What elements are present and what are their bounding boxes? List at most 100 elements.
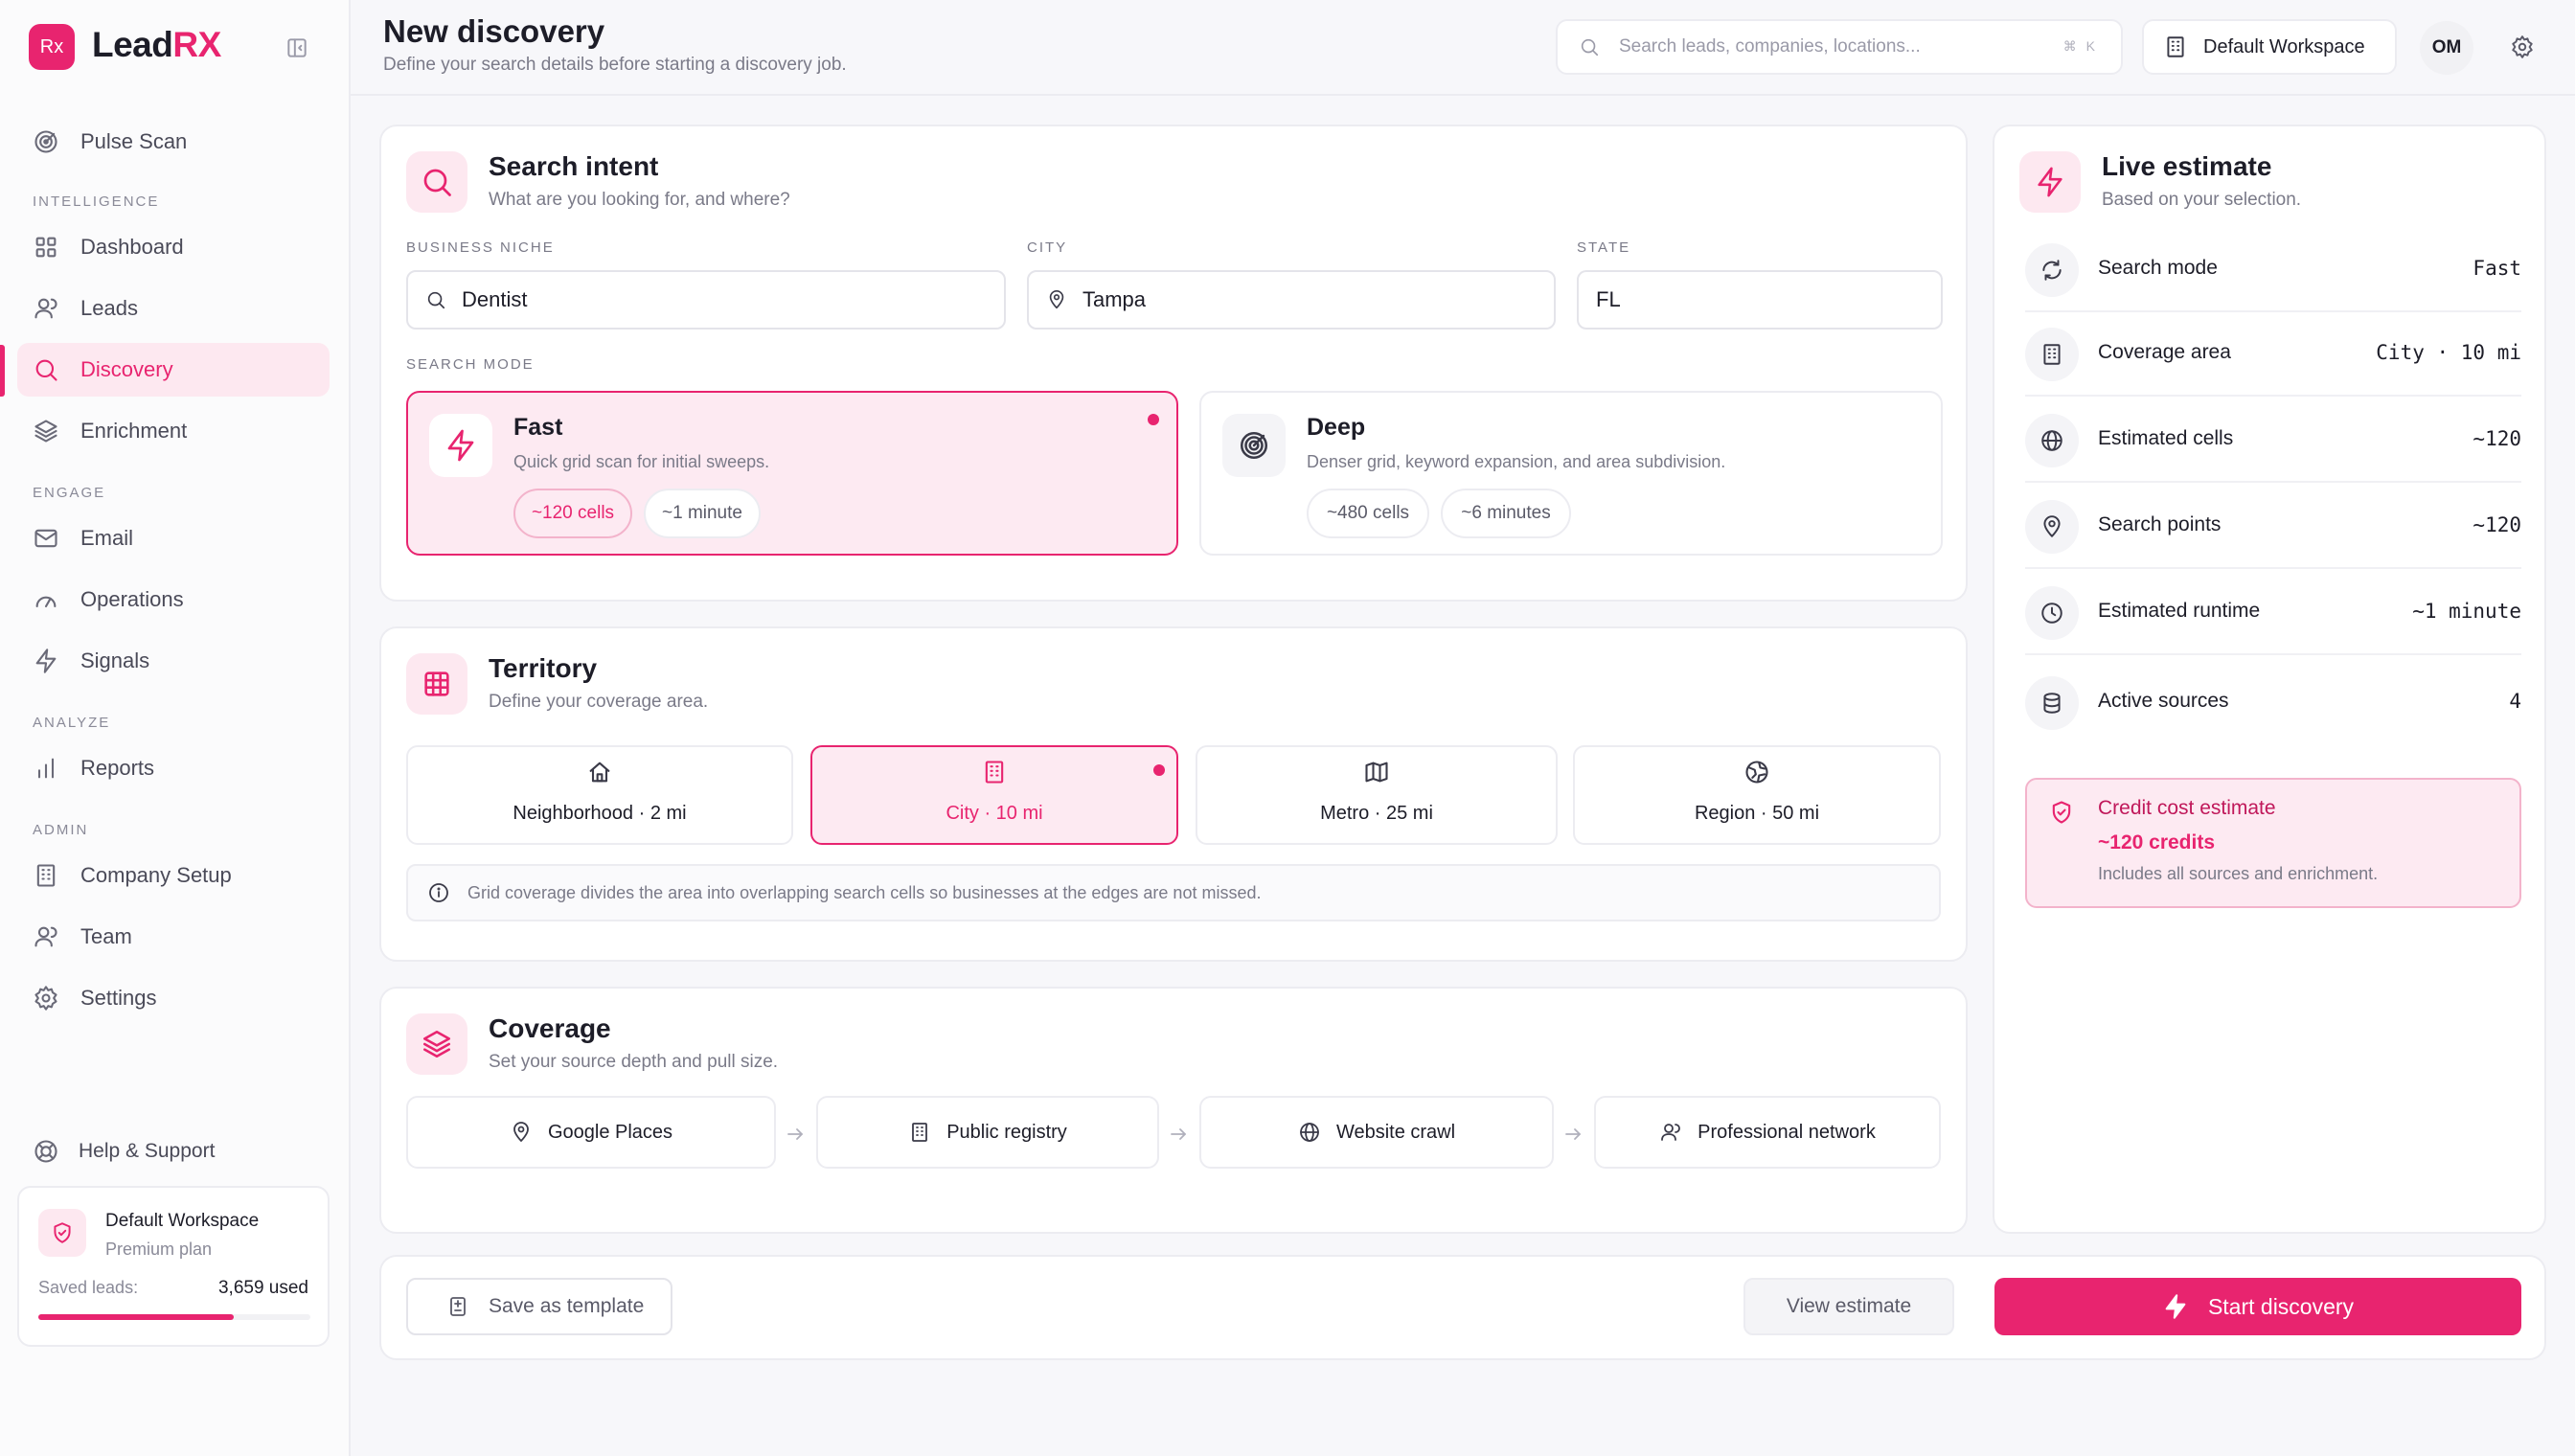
sidebar-item-label: Settings [80, 986, 157, 1010]
help-label: Help & Support [79, 1140, 216, 1162]
sidebar-item-email[interactable]: Email [17, 512, 330, 565]
sidebar-item-company-setup[interactable]: Company Setup [17, 849, 330, 902]
source-professional-network[interactable]: Professional network [1594, 1096, 1941, 1169]
settings-gear-icon[interactable] [2510, 34, 2535, 59]
gauge-icon [35, 596, 57, 608]
save-template-button[interactable]: Save as template [406, 1278, 672, 1335]
estimate-label: Estimated runtime [2098, 600, 2261, 622]
sidebar-item-pulse-scan[interactable]: Pulse Scan [17, 115, 330, 169]
start-discovery-label: Start discovery [2207, 1293, 2355, 1319]
sidebar-collapse-icon[interactable] [285, 35, 309, 60]
estimate-label: Search mode [2098, 257, 2218, 279]
info-text: Grid coverage divides the area into over… [467, 882, 1262, 902]
section-engage: ENGAGE [33, 485, 106, 501]
search-mode-label: SEARCH MODE [406, 356, 535, 373]
grid-coverage-info: Grid coverage divides the area into over… [406, 864, 1941, 921]
search-mode-fast[interactable]: Fast Quick grid scan for initial sweeps.… [406, 391, 1178, 556]
fingerprint-icon [1222, 414, 1286, 477]
users-icon [1661, 1124, 1681, 1141]
usage-progress-fill [38, 1314, 235, 1320]
sidebar-item-label: Leads [80, 296, 138, 320]
credit-value: ~120 credits [2098, 831, 2216, 853]
territory-neighborhood[interactable]: Neighborhood · 2 mi [406, 745, 793, 845]
view-estimate-button[interactable]: View estimate [1743, 1278, 1954, 1335]
user-avatar[interactable]: OM [2420, 21, 2473, 75]
refresh-icon [2025, 243, 2079, 297]
save-template-label: Save as template [489, 1295, 645, 1317]
arrow-right-icon [787, 1128, 803, 1140]
sidebar-item-label: Signals [80, 648, 150, 672]
state-label: STATE [1577, 239, 1631, 256]
start-discovery-button[interactable]: Start discovery [1994, 1278, 2521, 1335]
state-value: FL [1596, 287, 1621, 311]
city-label: CITY [1027, 239, 1068, 256]
search-mode-deep[interactable]: Deep Denser grid, keyword expansion, and… [1199, 391, 1943, 556]
shield-icon [38, 1209, 86, 1257]
sidebar-item-enrichment[interactable]: Enrichment [17, 404, 330, 458]
sidebar-item-reports[interactable]: Reports [17, 741, 330, 795]
territory-metro[interactable]: Metro · 25 mi [1196, 745, 1558, 845]
territory-region[interactable]: Region · 50 mi [1573, 745, 1941, 845]
sidebar-item-leads[interactable]: Leads [17, 282, 330, 335]
territory-subtitle: Define your coverage area. [489, 692, 709, 712]
database-icon [2025, 676, 2079, 730]
search-icon [406, 151, 467, 213]
niche-label: BUSINESS NICHE [406, 239, 555, 256]
sidebar-item-settings[interactable]: Settings [17, 971, 330, 1025]
credit-note: Includes all sources and enrichment. [2098, 864, 2379, 883]
deep-title: Deep [1307, 414, 1366, 441]
map-pin-icon [2025, 500, 2079, 554]
sidebar-item-label: Dashboard [80, 235, 184, 259]
sidebar-item-operations[interactable]: Operations [17, 573, 330, 626]
sidebar-item-team[interactable]: Team [17, 910, 330, 964]
sidebar-item-discovery[interactable]: Discovery [17, 343, 330, 397]
coverage-subtitle: Set your source depth and pull size. [489, 1052, 779, 1072]
estimate-label: Coverage area [2098, 341, 2231, 363]
brand-accent: RX [172, 25, 221, 64]
city-field[interactable]: Tampa [1027, 270, 1556, 330]
state-field[interactable]: FL [1577, 270, 1943, 330]
deep-cells-chip: ~480 cells [1307, 489, 1429, 538]
search-intent-title: Search intent [489, 151, 659, 181]
arrow-right-icon [1565, 1128, 1581, 1140]
workspace-switcher-button[interactable]: Default Workspace [2142, 19, 2397, 75]
source-website-crawl[interactable]: Website crawl [1199, 1096, 1554, 1169]
search-input[interactable] [1619, 36, 2040, 57]
active-indicator [0, 345, 5, 397]
search-intent-subtitle: What are you looking for, and where? [489, 190, 790, 210]
sidebar-item-label: Email [80, 526, 134, 550]
building-icon [2167, 36, 2184, 57]
arrow-right-icon [1171, 1128, 1186, 1140]
sidebar-item-label: Enrichment [80, 419, 188, 443]
deep-description: Denser grid, keyword expansion, and area… [1307, 452, 1726, 471]
source-google-places[interactable]: Google Places [406, 1096, 776, 1169]
sidebar-item-label: Team [80, 924, 132, 948]
bar-chart-icon [37, 758, 55, 779]
estimate-value: 4 [2509, 690, 2521, 713]
credit-cost-box: Credit cost estimate ~120 credits Includ… [2025, 778, 2521, 908]
sidebar-item-dashboard[interactable]: Dashboard [17, 220, 330, 274]
niche-value: Dentist [462, 287, 528, 311]
team-icon [34, 926, 57, 947]
territory-label: Region · 50 mi [1694, 803, 1820, 824]
workspace-card[interactable]: Default Workspace Premium plan Saved lea… [17, 1186, 330, 1347]
estimate-value: ~120 [2472, 427, 2521, 450]
lifebuoy-icon [34, 1140, 57, 1163]
global-search[interactable]: ⌘ K [1556, 19, 2123, 75]
brand-name[interactable]: LeadRX [92, 25, 221, 65]
estimate-value: City · 10 mi [2376, 341, 2521, 364]
help-support-link[interactable]: Help & Support [33, 1138, 215, 1165]
search-icon [427, 291, 445, 309]
workspace-switcher-label: Default Workspace [2203, 35, 2365, 57]
app-logo[interactable]: Rx [29, 24, 75, 70]
source-public-registry[interactable]: Public registry [816, 1096, 1159, 1169]
sidebar-item-signals[interactable]: Signals [17, 634, 330, 688]
business-niche-field[interactable]: Dentist [406, 270, 1006, 330]
map-pin-icon [513, 1122, 529, 1142]
layers-icon [406, 1013, 467, 1075]
globe-icon [2025, 414, 2079, 467]
territory-city[interactable]: City · 10 mi [810, 745, 1178, 845]
fast-title: Fast [513, 414, 563, 441]
clock-icon [2025, 586, 2079, 640]
page-title: New discovery [383, 13, 605, 49]
